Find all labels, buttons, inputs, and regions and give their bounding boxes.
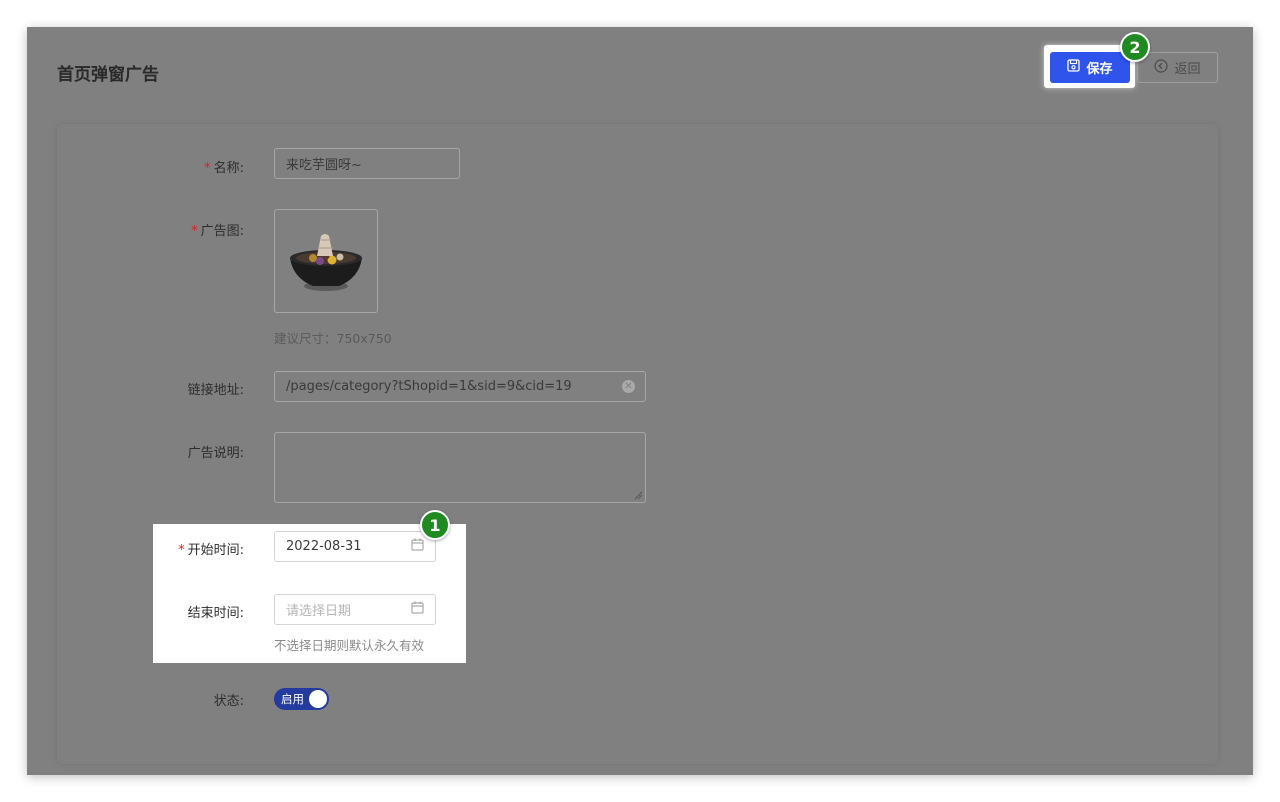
end-date-placeholder: 请选择日期: [286, 604, 352, 619]
description-textarea[interactable]: [274, 432, 646, 503]
start-date-value: 2022-08-31: [286, 539, 362, 554]
page-title: 首页弹窗广告: [57, 65, 159, 85]
calendar-icon: [411, 538, 424, 555]
form-card: * 名称: 来吃芋圆呀~ * 广告图: 建议尺寸：750x750 链接地址: /…: [57, 124, 1218, 764]
description-label: 广告说明:: [187, 446, 244, 461]
status-toggle[interactable]: 启用: [274, 688, 329, 710]
name-label: * 名称:: [204, 161, 244, 176]
link-label: 链接地址:: [187, 383, 244, 398]
back-button[interactable]: 返回: [1137, 52, 1218, 83]
ad-image-upload[interactable]: [274, 209, 378, 313]
status-toggle-label: 启用: [281, 692, 304, 706]
clear-icon[interactable]: ✕: [622, 380, 635, 393]
save-button-label: 保存: [1086, 62, 1113, 77]
name-input[interactable]: 来吃芋圆呀~: [274, 148, 460, 179]
start-time-label: * 开始时间:: [178, 543, 244, 558]
step-badge-1: 1: [420, 510, 450, 540]
link-input[interactable]: /pages/category?tShopid=1&sid=9&cid=19 ✕: [274, 371, 646, 402]
required-mark: *: [178, 543, 185, 558]
resize-grip-icon[interactable]: [634, 491, 643, 500]
save-button[interactable]: 保存: [1050, 52, 1130, 83]
required-mark: *: [204, 161, 211, 176]
status-label: 状态:: [213, 694, 244, 709]
end-date-hint: 不选择日期则默认永久有效: [274, 638, 425, 653]
required-mark: *: [191, 224, 198, 239]
start-date-picker[interactable]: 2022-08-31: [274, 531, 436, 562]
back-button-label: 返回: [1174, 62, 1201, 77]
end-date-picker[interactable]: 请选择日期: [274, 594, 436, 625]
step-badge-2: 2: [1120, 32, 1150, 62]
ad-image-thumbnail: [290, 234, 362, 291]
back-icon: [1154, 58, 1169, 77]
calendar-icon: [411, 601, 424, 618]
toggle-knob: [309, 690, 327, 708]
link-input-value: /pages/category?tShopid=1&sid=9&cid=19: [286, 379, 572, 394]
ad-image-label: * 广告图:: [191, 224, 244, 239]
app-window: 首页弹窗广告 保存 返回 2 * 名称: 来吃芋圆呀~ * 广告图: 建议尺寸：…: [27, 27, 1253, 775]
save-icon: [1067, 59, 1081, 76]
ad-image-hint: 建议尺寸：750x750: [274, 331, 392, 346]
end-time-label: 结束时间:: [187, 606, 244, 621]
